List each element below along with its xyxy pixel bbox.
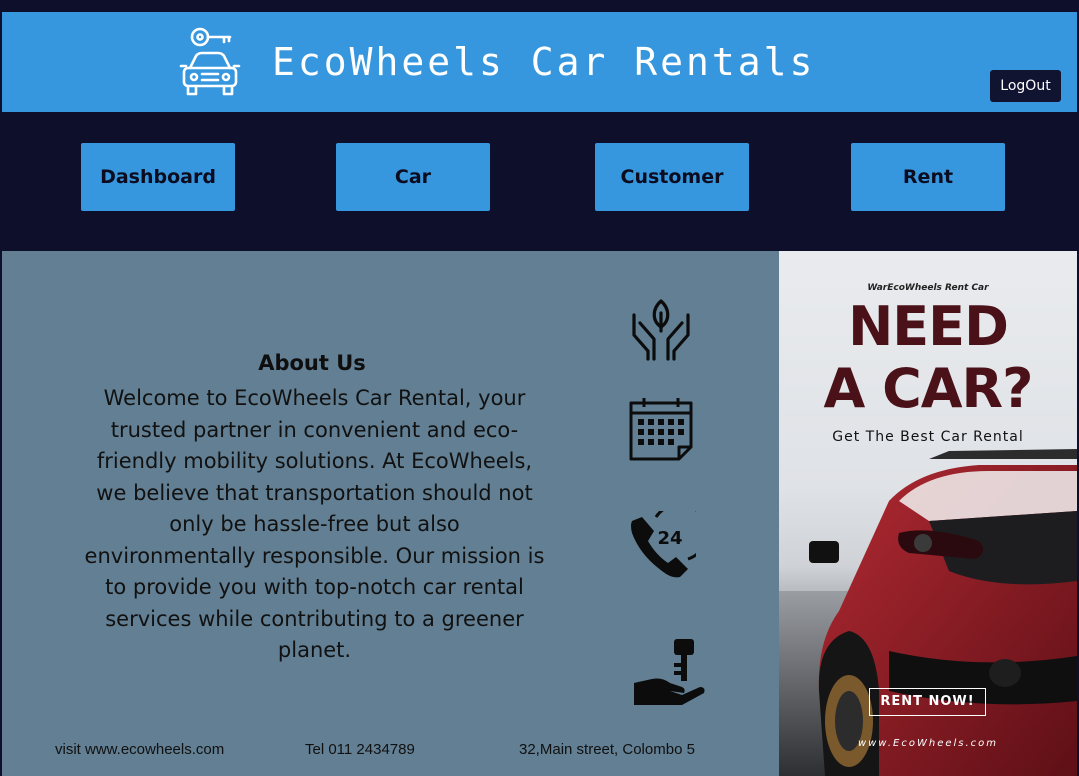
header-bar: EcoWheels Car Rentals LogOut [2,12,1077,112]
about-line: friendly mobility solutions. At EcoWheel… [96,449,533,473]
about-title: About Us [258,351,366,375]
ad-headline-2: A CAR? [823,357,1034,420]
about-text: Welcome to EcoWheels Car Rental, your tr… [72,383,557,667]
about-line: Welcome to EcoWheels Car Rental, your [103,386,526,410]
ad-brand: WarEcoWheels Rent Car [867,283,989,293]
calendar-icon [629,398,693,461]
footer-website: visit www.ecowheels.com [55,741,225,758]
about-line: we believe that transportation should no… [96,480,533,505]
eco-hands-icon [632,299,690,361]
phone-24-badge: 24 [657,528,682,549]
sports-car-image [779,449,1077,776]
about-line: environmentally responsible. Our mission… [84,543,545,568]
ad-headline-1: NEED [848,295,1009,358]
footer-phone: Tel 011 2434789 [305,741,415,758]
app-title: EcoWheels Car Rentals [272,40,816,84]
nav-car-button[interactable]: Car [336,143,490,211]
car-key-icon [179,27,241,96]
footer-address: 32,Main street, Colombo 5 [519,741,695,758]
ad-tagline: Get The Best Car Rental [832,429,1024,445]
app-window: EcoWheels Car Rentals LogOut Dashboard C… [0,0,1079,776]
key-hand-icon [634,639,705,705]
phone-24-icon: 24 [631,511,696,578]
nav-customer-button[interactable]: Customer [595,143,749,211]
logout-button[interactable]: LogOut [990,70,1061,102]
main-nav: Dashboard Car Customer Rent [2,112,1077,250]
about-line: only be hassle-free but also [169,512,460,536]
about-line: planet. [277,638,352,662]
nav-dashboard-button[interactable]: Dashboard [81,143,235,211]
rent-ad-banner[interactable]: WarEcoWheels Rent Car NEED A CAR? Get Th… [779,251,1077,776]
about-panel: About Us Welcome to EcoWheels Car Rental… [2,251,779,776]
nav-rent-button[interactable]: Rent [851,143,1005,211]
about-line: services while contributing to a greener [105,606,524,631]
about-line: trusted partner in convenient and eco- [110,417,519,442]
about-line: to provide you with top-notch car rental [105,575,524,599]
rent-now-button[interactable]: RENT NOW! [869,688,986,716]
ad-url: www.EcoWheels.com [857,738,999,749]
